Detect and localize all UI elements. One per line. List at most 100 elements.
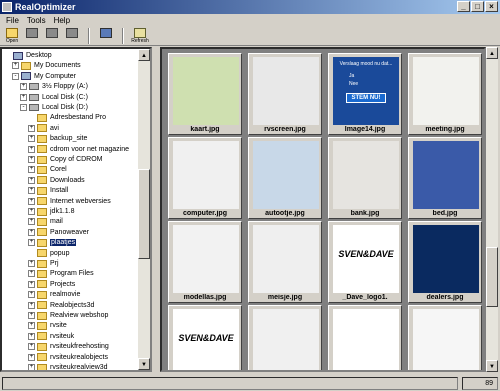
tree-item[interactable]: + Prj: [28, 258, 59, 269]
expand-icon[interactable]: +: [28, 312, 35, 319]
toolbar-button-5[interactable]: [98, 27, 114, 45]
expand-icon[interactable]: +: [28, 124, 35, 132]
tree-item[interactable]: Desktop: [4, 50, 52, 61]
thumbnail-caption: autootje.jpg: [265, 210, 305, 217]
tree-item[interactable]: + jdk1.1.8: [28, 206, 75, 217]
thumbnail-item[interactable]: dealers.jpg: [408, 221, 482, 303]
expand-icon[interactable]: +: [28, 239, 35, 247]
tree-item[interactable]: + avi: [28, 123, 59, 134]
thumbnail-item[interactable]: rvscreen.jpg: [248, 53, 322, 135]
collapse-icon[interactable]: -: [12, 72, 19, 80]
toolbar-button-3[interactable]: [44, 27, 60, 45]
thumbnail-item[interactable]: bank.jpg: [328, 137, 402, 219]
thumbnail-item[interactable]: autootje.jpg: [248, 137, 322, 219]
expand-icon[interactable]: +: [28, 166, 35, 174]
menu-tools[interactable]: Tools: [23, 16, 50, 25]
tree-item[interactable]: + backup_site: [28, 133, 87, 144]
expand-icon[interactable]: +: [28, 156, 35, 163]
tree-item[interactable]: + rvsiteukfreehosting: [28, 341, 109, 352]
tree-item[interactable]: + My Documents: [12, 60, 81, 71]
thumbnail-item[interactable]: computer.jpg: [168, 137, 242, 219]
collapse-icon[interactable]: -: [20, 104, 27, 111]
tree-item[interactable]: + plaatjes: [28, 237, 77, 248]
expand-icon[interactable]: +: [28, 270, 35, 278]
scroll-down-button[interactable]: ▼: [138, 358, 150, 370]
expand-icon[interactable]: +: [28, 135, 35, 143]
maximize-button[interactable]: □: [471, 1, 484, 12]
expand-icon[interactable]: +: [28, 322, 35, 330]
expand-icon[interactable]: +: [20, 83, 27, 91]
tree-item[interactable]: + Downloads: [28, 175, 85, 186]
tree-item[interactable]: + Corel: [28, 164, 67, 175]
menu-help[interactable]: Help: [50, 16, 74, 25]
thumbnail-item[interactable]: bed.jpg: [408, 137, 482, 219]
tree-item[interactable]: + rvsiteukrealview3d: [28, 362, 108, 370]
expand-icon[interactable]: +: [28, 332, 35, 340]
tree-item[interactable]: + Install: [28, 185, 68, 196]
thumbnail-item[interactable]: Verslaag mood nu dat... Ja Nee STEM NU! Imag…: [328, 53, 402, 135]
tree-item[interactable]: - Local Disk (D:): [20, 102, 88, 113]
tree-item[interactable]: + rvsiteuk: [28, 331, 74, 342]
folder-tree[interactable]: Desktop + My Documents - My Computer +3½ Flop…: [0, 47, 152, 372]
tree-item[interactable]: Adresbestand Pro: [28, 112, 106, 123]
tree-item[interactable]: + realmovie: [28, 289, 80, 300]
expand-icon[interactable]: +: [28, 343, 35, 351]
expand-icon[interactable]: +: [28, 218, 35, 226]
tree-item[interactable]: - My Computer: [12, 71, 76, 82]
tree-item[interactable]: + Projects: [28, 279, 75, 290]
expand-icon[interactable]: +: [28, 364, 35, 370]
folder-icon: [37, 238, 47, 247]
tree-item[interactable]: + Internet webversies: [28, 196, 111, 207]
thumbnail-item[interactable]: [408, 305, 482, 370]
expand-icon[interactable]: +: [28, 260, 35, 267]
expand-icon[interactable]: +: [28, 145, 35, 153]
thumbnail-item[interactable]: meisje.jpg: [248, 221, 322, 303]
expand-icon[interactable]: +: [28, 301, 35, 309]
thumbnail-item[interactable]: SVEN&DAVE _Dave_logo1.: [328, 221, 402, 303]
thumbnail-item[interactable]: SVEN&DAVE: [168, 305, 242, 370]
expand-icon[interactable]: +: [12, 62, 19, 70]
expand-icon[interactable]: +: [28, 353, 35, 361]
tree-item[interactable]: + Local Disk (C:): [20, 92, 88, 103]
tree-item[interactable]: + Realview webshop: [28, 310, 108, 321]
tree-item[interactable]: + rvsiteukrealobjects: [28, 352, 108, 363]
thumbnail-item[interactable]: [328, 305, 402, 370]
expand-icon[interactable]: +: [28, 208, 35, 215]
expand-icon[interactable]: +: [28, 187, 35, 195]
tree-item[interactable]: popup: [28, 248, 69, 259]
expand-icon[interactable]: +: [28, 291, 35, 299]
tree-item[interactable]: + rvsite: [28, 320, 67, 331]
scroll-down-button[interactable]: ▼: [486, 360, 498, 372]
toolbar-button-4[interactable]: [64, 27, 80, 45]
tree-item[interactable]: + Realobjects3d: [28, 300, 94, 311]
expand-icon[interactable]: +: [28, 176, 35, 184]
thumbnail-item[interactable]: meeting.jpg: [408, 53, 482, 135]
expand-icon[interactable]: +: [28, 228, 35, 236]
tree-item[interactable]: + Copy of CDROM: [28, 154, 103, 165]
folder-icon: [37, 124, 47, 133]
refresh-button[interactable]: Refresh: [131, 27, 149, 45]
close-button[interactable]: ×: [485, 1, 498, 12]
tree-item[interactable]: + Panoweaver: [28, 227, 89, 238]
expand-icon[interactable]: +: [20, 93, 27, 101]
tree-item[interactable]: + Program Files: [28, 268, 94, 279]
scroll-up-button[interactable]: ▲: [138, 49, 150, 61]
pane-splitter[interactable]: [152, 47, 158, 372]
minimize-button[interactable]: _: [457, 1, 470, 12]
menu-file[interactable]: File: [2, 16, 23, 25]
thumbnail-item[interactable]: modellas.jpg: [168, 221, 242, 303]
tree-item[interactable]: +3½ Floppy (A:): [20, 81, 88, 92]
gallery-scrollbar[interactable]: ▲ ▼: [486, 47, 498, 372]
scroll-thumb[interactable]: [486, 247, 498, 307]
tree-item[interactable]: + mail: [28, 216, 63, 227]
thumbnail-item[interactable]: [248, 305, 322, 370]
scroll-thumb[interactable]: [138, 169, 150, 259]
scroll-up-button[interactable]: ▲: [486, 47, 498, 59]
toolbar-button-2[interactable]: [24, 27, 40, 45]
thumbnail-item[interactable]: kaart.jpg: [168, 53, 242, 135]
tree-item[interactable]: + cdrom voor net magazine: [28, 144, 129, 155]
expand-icon[interactable]: +: [28, 280, 35, 288]
expand-icon[interactable]: +: [28, 197, 35, 205]
tree-scrollbar[interactable]: ▲ ▼: [138, 49, 150, 370]
open-button[interactable]: Open: [4, 27, 20, 45]
